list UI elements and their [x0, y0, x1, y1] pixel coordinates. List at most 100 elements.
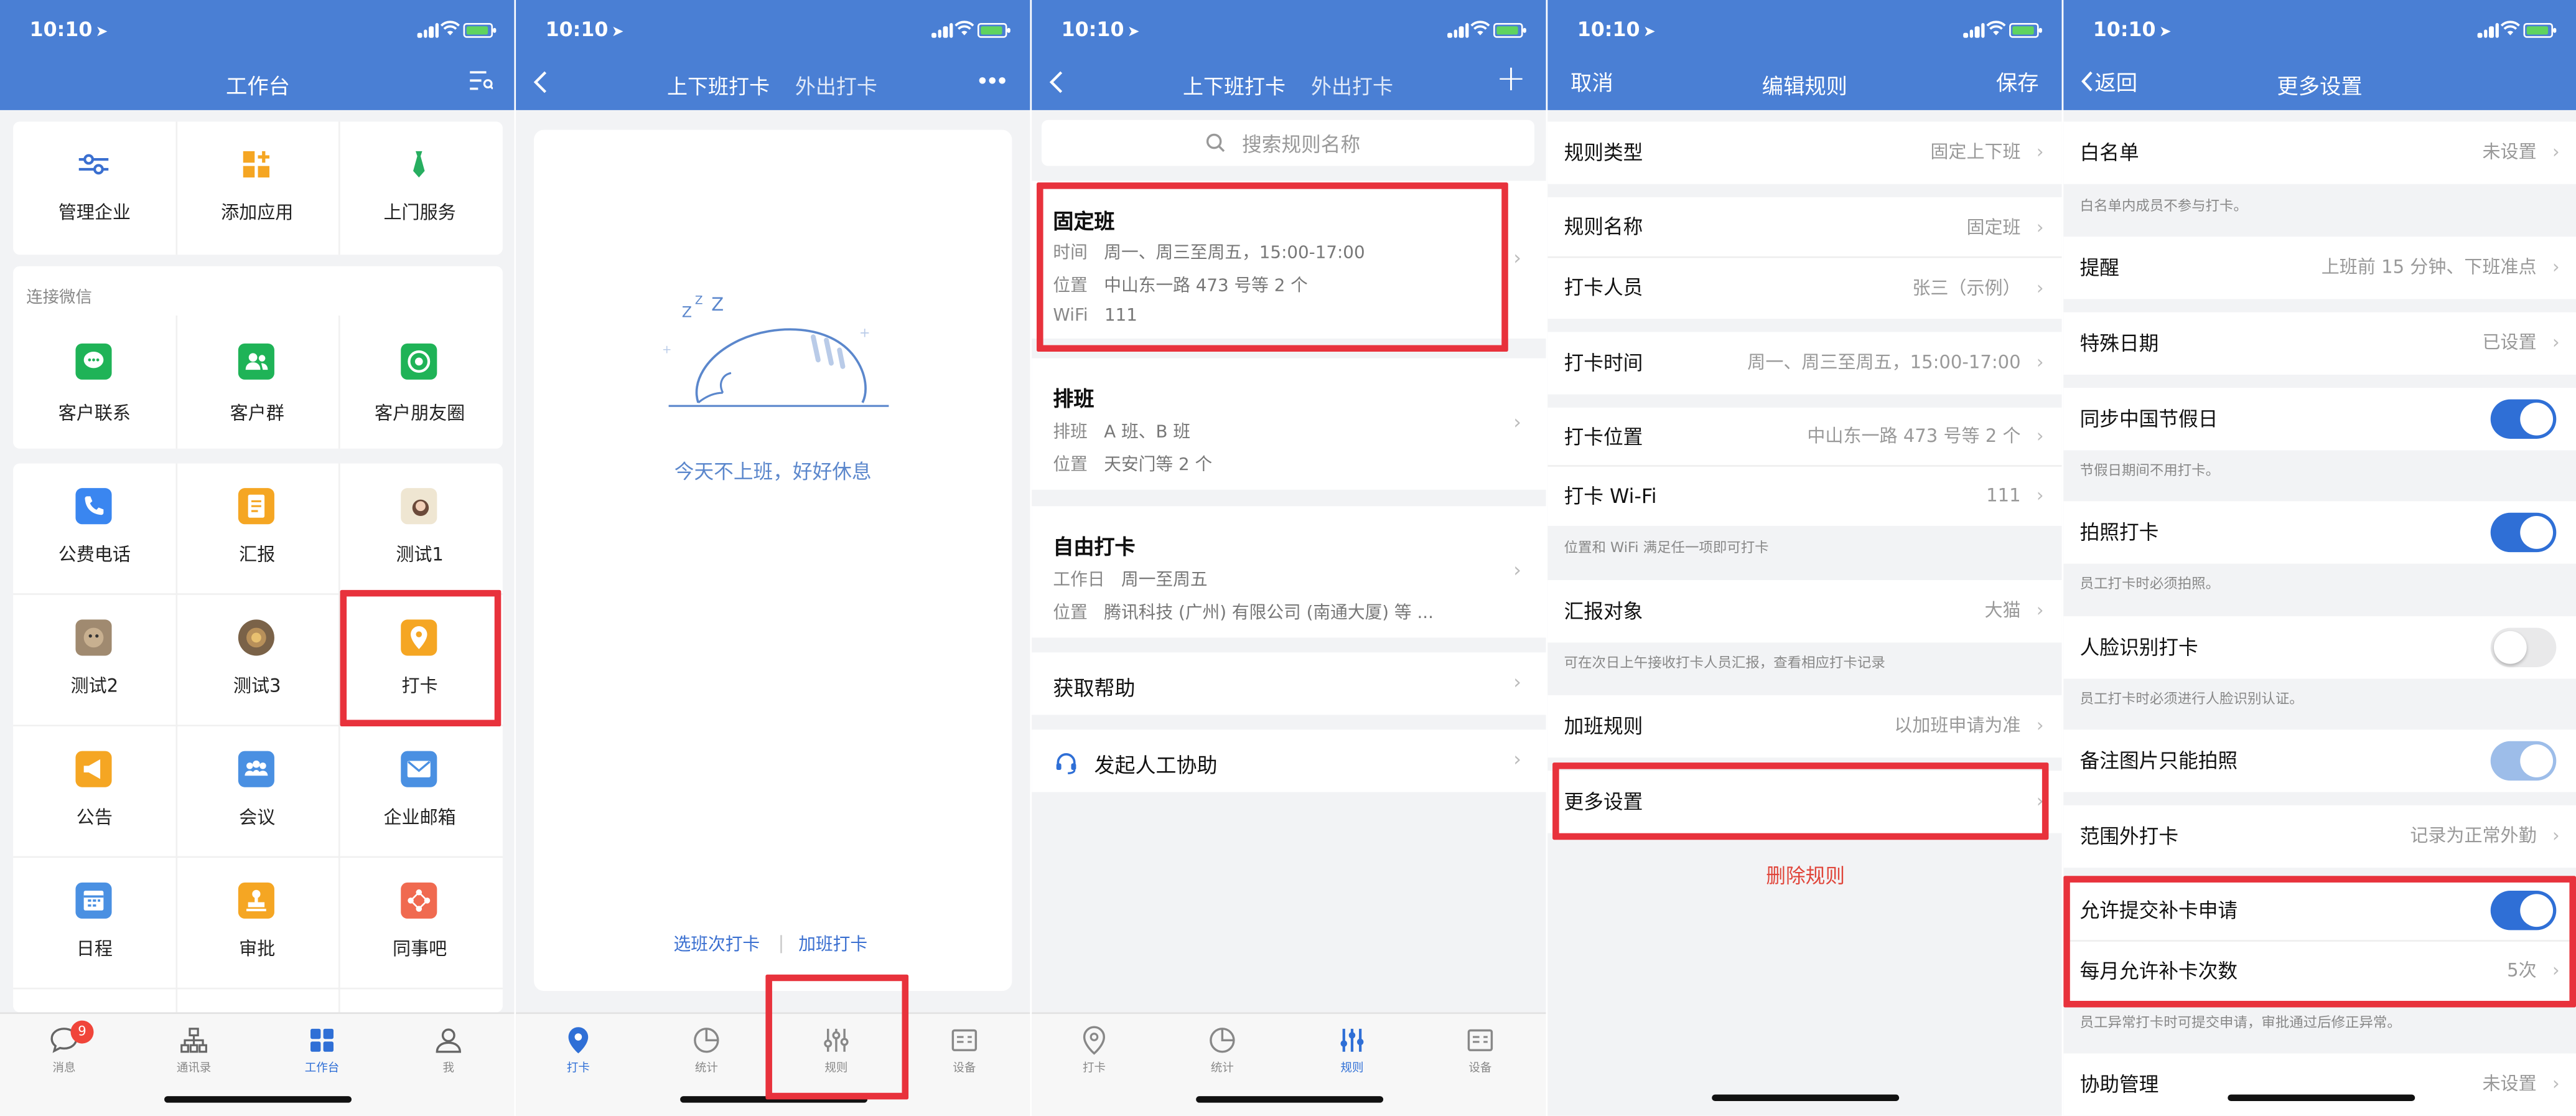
out-of-range-row[interactable]: 范围外打卡 记录为正常外勤 › — [2063, 805, 2576, 868]
tab-commute-checkin[interactable]: 上下班打卡 — [1183, 69, 1286, 100]
bottom-tab-bar: 打卡 统计 规则 设备 — [1032, 1012, 1546, 1116]
wifi-icon — [440, 21, 460, 35]
assist-manage-row[interactable]: 协助管理 未设置 › — [2063, 1053, 2576, 1116]
tab-field-checkin[interactable]: 外出打卡 — [1311, 69, 1393, 100]
overtime-rule-row[interactable]: 加班规则 以加班申请为准 › — [1547, 695, 2062, 758]
rule-type-row[interactable]: 规则类型 固定上下班 › — [1547, 121, 2062, 184]
chevron-right-icon: › — [2036, 217, 2044, 238]
rule-name-row[interactable]: 规则名称 固定班 › — [1547, 197, 2062, 258]
battery-icon — [463, 22, 497, 38]
app-test-2[interactable]: 测试2 — [13, 595, 175, 726]
sleeping-cat-illustration: Z Z Z + + — [662, 294, 889, 407]
page-title: 编辑规则 — [1762, 75, 1848, 101]
tab-me[interactable]: 我 — [399, 1024, 498, 1076]
checkin-wifi-row[interactable]: 打卡 Wi-Fi 111 › — [1547, 466, 2062, 526]
human-assist-row[interactable]: 发起人工协助 › — [1032, 729, 1546, 792]
checkin-time-row[interactable]: 打卡时间 周一、周三至周五，15:00-17:00 › — [1547, 332, 2062, 395]
sliders-icon — [1340, 1028, 1364, 1052]
sync-holiday-toggle[interactable] — [2490, 399, 2557, 439]
add-app-icon — [243, 151, 270, 178]
app-report[interactable]: 汇报 — [176, 464, 338, 595]
add-app-button[interactable]: 添加应用 — [176, 121, 338, 253]
tab-checkin[interactable]: 打卡 — [529, 1024, 627, 1076]
report-target-row[interactable]: 汇报对象 大猫 › — [1547, 580, 2062, 643]
phone-icon — [75, 488, 112, 525]
tab-field-checkin[interactable]: 外出打卡 — [795, 69, 877, 100]
customer-contact-button[interactable]: 客户联系 — [13, 316, 175, 449]
app-meeting[interactable]: 会议 — [176, 726, 338, 858]
unread-badge: 9 — [70, 1020, 94, 1044]
chevron-right-icon: › — [2552, 141, 2560, 163]
rules-list-screen: 10:10 ➤ 上下班打卡 外出打卡 + 搜索规则名称 固定班 时间 周一、周三至周… — [1032, 0, 1546, 1116]
manage-company-button[interactable]: 管理企业 — [13, 121, 175, 253]
rule-card-scheduled-shift[interactable]: 排班 排班 A 班、B 班 位置 天安门等 2 个 › — [1032, 358, 1546, 490]
whitelist-row[interactable]: 白名单 未设置 › — [2063, 121, 2576, 184]
app-colleague-forum[interactable]: 同事吧 — [338, 858, 501, 989]
app-announcement[interactable]: 公告 — [13, 726, 175, 858]
wifi-icon — [954, 21, 974, 35]
customer-moments-button[interactable]: 客户朋友圈 — [338, 316, 501, 449]
signal-icon — [931, 22, 954, 38]
tab-commute-checkin[interactable]: 上下班打卡 — [667, 69, 770, 100]
save-button[interactable]: 保存 — [1996, 66, 2039, 97]
app-calendar[interactable]: 日程 — [13, 858, 175, 989]
face-note: 员工打卡时必须进行人脸识别认证。 — [2079, 692, 2303, 708]
back-icon[interactable] — [532, 69, 548, 95]
onsite-service-button[interactable]: 上门服务 — [338, 121, 501, 253]
status-time: 10:10 ➤ — [1061, 18, 1140, 42]
special-dates-row[interactable]: 特殊日期 已设置 › — [2063, 312, 2576, 375]
org-chart-icon — [180, 1028, 207, 1053]
tab-workbench[interactable]: 工作台 — [273, 1024, 371, 1076]
report-icon — [238, 488, 274, 525]
status-time: 10:10 ➤ — [2093, 18, 2172, 42]
wechat-connect-card: 连接微信 客户联系 客户群 客户朋友圈 — [13, 266, 503, 449]
tab-checkin[interactable]: 打卡 — [1045, 1024, 1143, 1076]
tab-statistics[interactable]: 统计 — [1173, 1024, 1271, 1076]
customer-group-button[interactable]: 客户群 — [176, 316, 338, 449]
checkin-location-row[interactable]: 打卡位置 中山东一路 473 号等 2 个 › — [1547, 407, 2062, 467]
app-public-phone[interactable]: 公费电话 — [13, 464, 175, 595]
status-bar: 10:10 ➤ — [1032, 0, 1546, 59]
signal-icon — [2477, 22, 2501, 38]
battery-icon — [2523, 22, 2557, 38]
sync-holiday-row: 同步中国节假日 — [2063, 388, 2576, 451]
pie-chart-icon — [1210, 1028, 1235, 1053]
nav-bar: 10:10 ➤ 工作台 — [0, 0, 516, 110]
reminder-row[interactable]: 提醒 上班前 15 分钟、下班准点 › — [2063, 237, 2576, 299]
chevron-right-icon: › — [2036, 278, 2044, 299]
battery-icon — [1493, 22, 1526, 38]
photo-only-toggle[interactable] — [2490, 741, 2557, 781]
tab-messages[interactable]: 消息 9 — [15, 1020, 113, 1076]
back-icon[interactable] — [1048, 69, 1065, 95]
chevron-right-icon: › — [2036, 484, 2044, 507]
app-test-1[interactable]: 测试1 — [338, 464, 501, 595]
delete-rule-button[interactable]: 删除规则 — [1547, 843, 2061, 909]
checkin-members-row[interactable]: 打卡人员 张三（示例） › — [1547, 258, 2062, 319]
app-test-3[interactable]: 测试3 — [176, 595, 338, 726]
highlight-fixed-shift — [1037, 182, 1508, 352]
chevron-right-icon: › — [1513, 246, 1521, 270]
add-rule-button[interactable]: + — [1496, 59, 1526, 100]
avatar-icon — [401, 488, 437, 525]
tab-devices[interactable]: 设备 — [1431, 1024, 1529, 1076]
nav-bar: 10:10 ➤ 上下班打卡 外出打卡 + — [1032, 0, 1546, 110]
filter-menu-icon[interactable] — [470, 71, 493, 91]
optional-shift-checkin-link[interactable]: 选班次打卡 — [674, 932, 760, 957]
tab-contacts[interactable]: 通讯录 — [144, 1024, 243, 1076]
face-checkin-toggle[interactable] — [2490, 627, 2557, 667]
get-help-row[interactable]: 获取帮助 › — [1032, 652, 1546, 715]
overtime-checkin-link[interactable]: 加班打卡 — [798, 932, 867, 957]
tab-rules[interactable]: 规则 — [1303, 1024, 1401, 1076]
app-mail[interactable]: 企业邮箱 — [338, 726, 501, 858]
tab-devices[interactable]: 设备 — [915, 1024, 1014, 1076]
photo-checkin-toggle[interactable] — [2490, 512, 2557, 553]
chevron-right-icon: › — [2036, 352, 2044, 373]
tab-statistics[interactable]: 统计 — [657, 1024, 755, 1076]
holiday-note: 节假日期间不用打卡。 — [2079, 463, 2220, 480]
megaphone-icon — [75, 751, 112, 787]
more-icon[interactable] — [978, 75, 1007, 85]
search-input[interactable]: 搜索规则名称 — [1041, 120, 1535, 166]
wifi-icon — [1470, 21, 1490, 35]
rule-card-free-checkin[interactable]: 自由打卡 工作日 周一至周五 位置 腾讯科技 (广州) 有限公司 (南通大厦) 等 … — [1032, 506, 1546, 638]
app-approval[interactable]: 审批 — [176, 858, 338, 989]
